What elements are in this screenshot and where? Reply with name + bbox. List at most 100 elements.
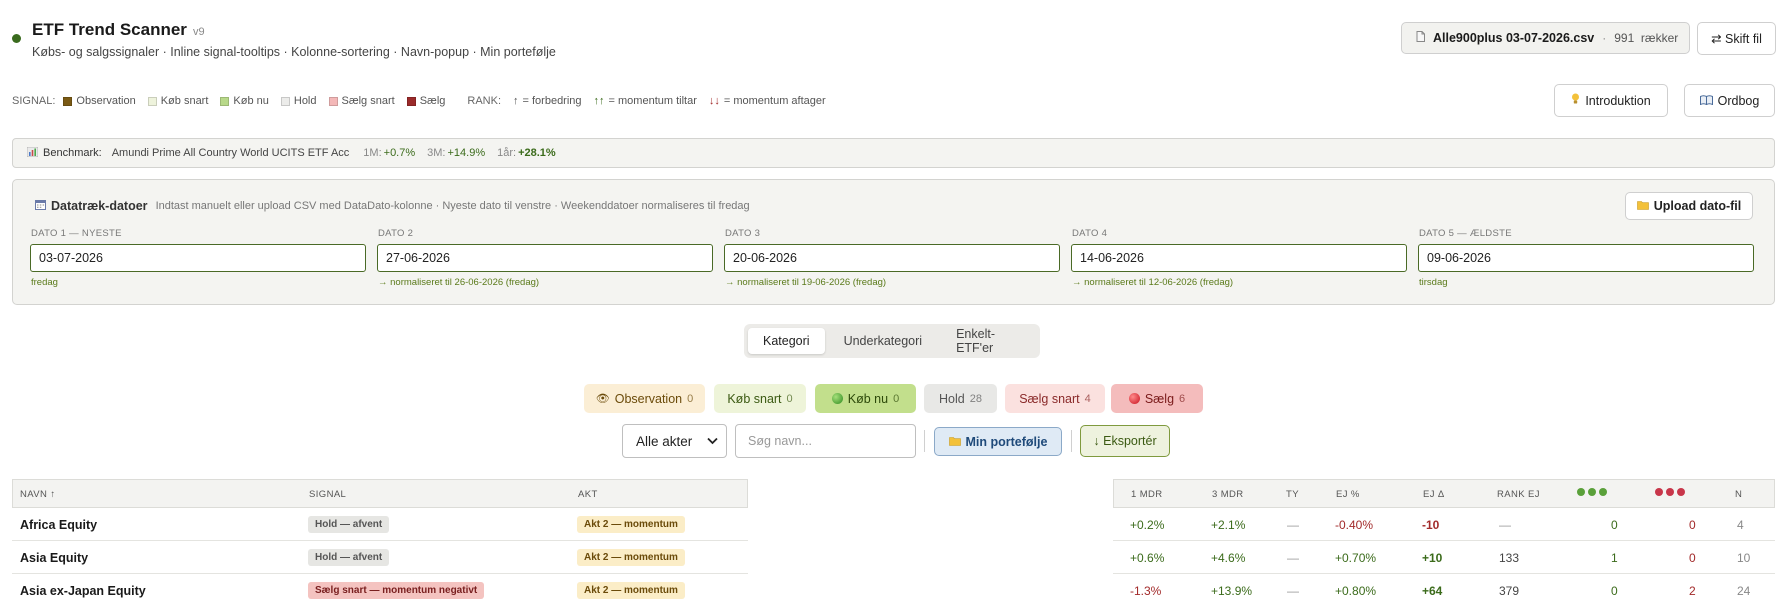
- row-1mdr: -1.3%: [1130, 583, 1162, 598]
- row-akt-tag[interactable]: Akt 2 — momentum: [577, 516, 685, 533]
- dates-note: Indtast manuelt eller upload CSV med Dat…: [155, 200, 750, 212]
- table-row[interactable]: Asia ex-Japan Equity Sælg snart — momentu…: [12, 574, 748, 606]
- row-3mdr: +4.6%: [1211, 550, 1246, 565]
- benchmark-name: Amundi Prime All Country World UCITS ETF…: [111, 147, 350, 159]
- col-header-red-signals[interactable]: [1655, 488, 1688, 499]
- col-header-rank-ej[interactable]: RANK EJ: [1497, 489, 1540, 500]
- rank-legend-text: = momentum tiltar: [608, 95, 697, 107]
- row-green-count: 1: [1611, 550, 1618, 565]
- signal-chip-4[interactable]: Hold 28: [924, 384, 997, 413]
- tab-kategori[interactable]: Kategori: [748, 328, 825, 354]
- col-header-1mdr[interactable]: 1 MDR: [1131, 489, 1163, 500]
- col-header-signal[interactable]: SIGNAL: [309, 489, 346, 500]
- row-red-count: 0: [1689, 550, 1696, 565]
- chip-count: 0: [786, 392, 793, 405]
- row-akt-tag[interactable]: Akt 2 — momentum: [577, 582, 685, 599]
- col-header-navn[interactable]: NAVN ↑: [20, 489, 55, 500]
- col-header-green-signals[interactable]: [1577, 488, 1610, 499]
- divider: [1071, 430, 1072, 452]
- legend-item: Sælg: [406, 95, 446, 107]
- date-input-4[interactable]: [1071, 244, 1407, 272]
- legend-item: Hold: [280, 95, 317, 107]
- row-ty: —: [1287, 550, 1299, 565]
- rank-legend-text: = forbedring: [522, 95, 582, 107]
- row-1mdr: +0.6%: [1130, 550, 1165, 565]
- signal-chip-5[interactable]: Sælg snart 4: [1005, 384, 1105, 413]
- rank-legend-item: ↑↑ = momentum tiltar: [594, 95, 697, 107]
- date-input-5[interactable]: [1418, 244, 1754, 272]
- row-signal-tag[interactable]: Hold — afvent: [308, 549, 390, 566]
- akt-select[interactable]: Alle akter: [622, 424, 727, 458]
- my-portfolio-button[interactable]: Min portefølje: [934, 427, 1062, 456]
- red-dots-icon: [1655, 488, 1688, 499]
- row-akt-cell: Akt 2 — momentum: [577, 574, 685, 606]
- date-input-2[interactable]: [377, 244, 713, 272]
- row-green-count: 0: [1611, 517, 1618, 532]
- col-header-3mdr[interactable]: 3 MDR: [1212, 489, 1244, 500]
- legend-item-label: Køb snart: [160, 95, 209, 107]
- col-header-ej-pct[interactable]: EJ %: [1336, 489, 1360, 500]
- rank-arrow-icon: ↑↑: [593, 95, 605, 107]
- tab-enkelt-etfer[interactable]: Enkelt-ETF'er: [941, 327, 1036, 355]
- table-row[interactable]: Asia Equity Hold — afvent Akt 2 — momentum: [12, 541, 748, 574]
- table-row[interactable]: Africa Equity Hold — afvent Akt 2 — moment…: [12, 508, 748, 541]
- search-input[interactable]: [735, 424, 916, 458]
- app-subtitle: Købs- og salgssignaler · Inline signal-t…: [32, 45, 556, 59]
- glossary-button[interactable]: Ordbog: [1684, 84, 1775, 117]
- green-ball-icon: [831, 393, 843, 404]
- row-signal-tag[interactable]: Hold — afvent: [308, 516, 390, 533]
- col-header-n[interactable]: N: [1735, 489, 1742, 500]
- divider: [924, 430, 925, 452]
- legend-item-label: Sælg snart: [341, 95, 395, 107]
- switch-file-button[interactable]: ⇄ Skift fil: [1697, 22, 1776, 55]
- col-header-ty[interactable]: TY: [1286, 489, 1299, 500]
- legend-signal-label: SIGNAL:: [12, 95, 56, 107]
- row-name[interactable]: Asia Equity: [20, 541, 88, 574]
- chip-label: Hold: [939, 391, 965, 406]
- rank-legend-text: = momentum aftager: [723, 95, 826, 107]
- benchmark-label: Benchmark:: [43, 147, 102, 159]
- benchmark-period-value: +14.9%: [447, 147, 486, 159]
- legend-item-label: Sælg: [419, 95, 446, 107]
- row-name[interactable]: Asia ex-Japan Equity: [20, 574, 146, 606]
- signal-chip-6[interactable]: Sælg 6: [1111, 384, 1203, 413]
- table-row-metrics: -1.3% +13.9% — +0.80% +64 379 0 2 24: [1113, 574, 1775, 606]
- benchmark-period-label: 3M:: [427, 147, 446, 159]
- legend-swatch: [280, 96, 290, 106]
- legend-swatch: [220, 96, 230, 106]
- chip-count: 6: [1179, 392, 1186, 405]
- export-button[interactable]: ↓ Eksportér: [1080, 425, 1170, 457]
- tab-underkategori[interactable]: Underkategori: [829, 328, 938, 354]
- row-ej-pct: +0.70%: [1335, 550, 1377, 565]
- intro-button[interactable]: Introduktion: [1554, 84, 1668, 117]
- signal-chip-1[interactable]: 👁 Observation 0: [584, 384, 705, 413]
- row-name[interactable]: Africa Equity: [20, 508, 97, 541]
- col-header-akt[interactable]: AKT: [578, 489, 598, 500]
- row-akt-tag[interactable]: Akt 2 — momentum: [577, 549, 685, 566]
- signal-chip-2[interactable]: Køb snart 0: [714, 384, 806, 413]
- date-input-1[interactable]: [30, 244, 366, 272]
- date-note: tirsdag: [1419, 277, 1448, 288]
- date-label: DATO 4: [1072, 228, 1108, 239]
- date-label: DATO 3: [725, 228, 761, 239]
- legend-swatch: [328, 96, 338, 106]
- legend-item-label: Hold: [293, 95, 317, 107]
- row-ej-pct: -0.40%: [1335, 517, 1374, 532]
- green-dots-icon: [1577, 488, 1610, 499]
- chevron-down-icon: [707, 434, 718, 448]
- row-green-count: 0: [1611, 583, 1618, 598]
- upload-date-file-button[interactable]: Upload dato-fil: [1625, 192, 1753, 220]
- date-label: DATO 5 — ÆLDSTE: [1419, 228, 1512, 239]
- chip-label: Sælg snart: [1019, 391, 1080, 406]
- signal-filter-chips: 👁 Observation 0 Køb snart 0 Køb nu 0 Hold 28 Sælg…: [0, 384, 1790, 414]
- date-note: → normaliseret til 12-06-2026 (fredag): [1072, 277, 1234, 288]
- calendar-icon: [35, 199, 46, 213]
- lightbulb-icon: [1571, 93, 1580, 108]
- signal-chip-3[interactable]: Køb nu 0: [815, 384, 916, 413]
- dates-header: Datatræk-datoer Indtast manuelt eller up…: [35, 199, 750, 213]
- col-header-ej-delta[interactable]: EJ Δ: [1423, 489, 1445, 500]
- date-input-3[interactable]: [724, 244, 1060, 272]
- benchmark-period-label: 1år:: [497, 147, 517, 159]
- row-signal-tag[interactable]: Sælg snart — momentum negativt: [308, 582, 485, 599]
- benchmark-period-value: +28.1%: [518, 147, 556, 159]
